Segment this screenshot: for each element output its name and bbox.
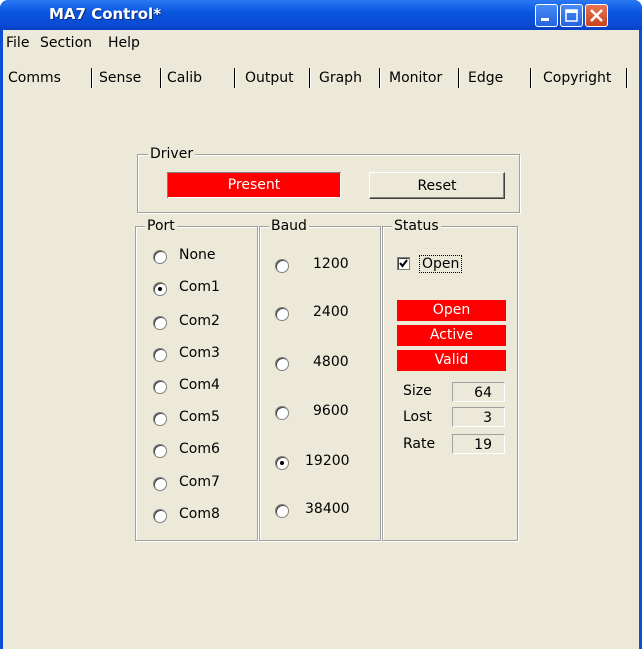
radio-button-selected[interactable] xyxy=(153,282,167,296)
radio-label: 9600 xyxy=(313,403,349,419)
title-bar[interactable]: MA7 Control* xyxy=(0,0,642,30)
tab-monitor[interactable]: Monitor xyxy=(389,70,442,86)
menu-help[interactable]: Help xyxy=(108,35,140,51)
port-group-label: Port xyxy=(145,218,177,234)
lost-label: Lost xyxy=(403,409,432,425)
radio-button[interactable] xyxy=(153,509,167,523)
menu-section[interactable]: Section xyxy=(40,35,92,51)
minimize-button[interactable] xyxy=(535,4,558,27)
radio-button[interactable] xyxy=(275,357,289,371)
radio-button[interactable] xyxy=(153,444,167,458)
tab-divider xyxy=(530,68,531,88)
radio-label: Com3 xyxy=(179,345,220,361)
baud-group: Baud xyxy=(259,218,381,541)
radio-label: 38400 xyxy=(305,501,350,517)
tab-copyright[interactable]: Copyright xyxy=(543,70,611,86)
radio-label: Com1 xyxy=(179,279,220,295)
driver-status-indicator: Present xyxy=(167,172,341,198)
tab-calib[interactable]: Calib xyxy=(167,70,202,86)
menu-file[interactable]: File xyxy=(6,35,29,51)
radio-label: None xyxy=(179,247,216,263)
radio-button[interactable] xyxy=(153,380,167,394)
radio-button[interactable] xyxy=(275,406,289,420)
status-valid-indicator: Valid xyxy=(397,350,506,371)
radio-button[interactable] xyxy=(153,477,167,491)
tab-divider xyxy=(458,68,459,88)
size-value: 64 xyxy=(452,382,505,402)
window-title: MA7 Control* xyxy=(49,5,162,23)
tab-comms[interactable]: Comms xyxy=(8,70,61,86)
tab-divider xyxy=(234,68,235,88)
radio-label: 4800 xyxy=(313,354,349,370)
radio-label: Com7 xyxy=(179,474,220,490)
radio-button-selected[interactable] xyxy=(275,456,289,470)
radio-button[interactable] xyxy=(153,316,167,330)
radio-label: Com6 xyxy=(179,441,220,457)
radio-label: Com5 xyxy=(179,409,220,425)
radio-button[interactable] xyxy=(153,412,167,426)
tab-divider xyxy=(160,68,161,88)
status-open-indicator: Open xyxy=(397,300,506,321)
checkmark-icon xyxy=(399,259,408,268)
radio-label: Com2 xyxy=(179,313,220,329)
driver-group-label: Driver xyxy=(148,146,196,162)
size-label: Size xyxy=(403,383,432,399)
menu-bar: File Section Help xyxy=(3,30,639,56)
tab-divider xyxy=(309,68,310,88)
rate-value: 19 xyxy=(452,434,505,454)
status-active-indicator: Active xyxy=(397,325,506,346)
rate-label: Rate xyxy=(403,436,436,452)
tab-graph[interactable]: Graph xyxy=(319,70,362,86)
radio-label: Com8 xyxy=(179,506,220,522)
tab-divider xyxy=(626,68,627,88)
tab-output[interactable]: Output xyxy=(245,70,294,86)
radio-button[interactable] xyxy=(275,504,289,518)
radio-label: 2400 xyxy=(313,304,349,320)
open-checkbox-label[interactable]: Open xyxy=(419,255,463,273)
radio-button[interactable] xyxy=(153,250,167,264)
radio-button[interactable] xyxy=(153,348,167,362)
tab-divider xyxy=(379,68,380,88)
radio-button[interactable] xyxy=(275,307,289,321)
maximize-button[interactable] xyxy=(560,4,583,27)
tab-sense[interactable]: Sense xyxy=(99,70,141,86)
app-window: MA7 Control* File Section Help Comms Sen… xyxy=(0,0,642,649)
tab-divider xyxy=(91,68,92,88)
close-button[interactable] xyxy=(585,4,608,27)
open-checkbox[interactable] xyxy=(397,257,410,270)
lost-value: 3 xyxy=(452,407,505,427)
radio-button[interactable] xyxy=(275,259,289,273)
radio-label: 19200 xyxy=(305,453,350,469)
close-icon xyxy=(590,9,603,22)
baud-group-label: Baud xyxy=(269,218,309,234)
radio-label: 1200 xyxy=(313,256,349,272)
radio-label: Com4 xyxy=(179,377,220,393)
tab-edge[interactable]: Edge xyxy=(468,70,503,86)
status-group-label: Status xyxy=(392,218,441,234)
reset-button[interactable]: Reset xyxy=(369,172,505,199)
maximize-icon xyxy=(565,9,578,22)
minimize-icon xyxy=(541,18,549,21)
